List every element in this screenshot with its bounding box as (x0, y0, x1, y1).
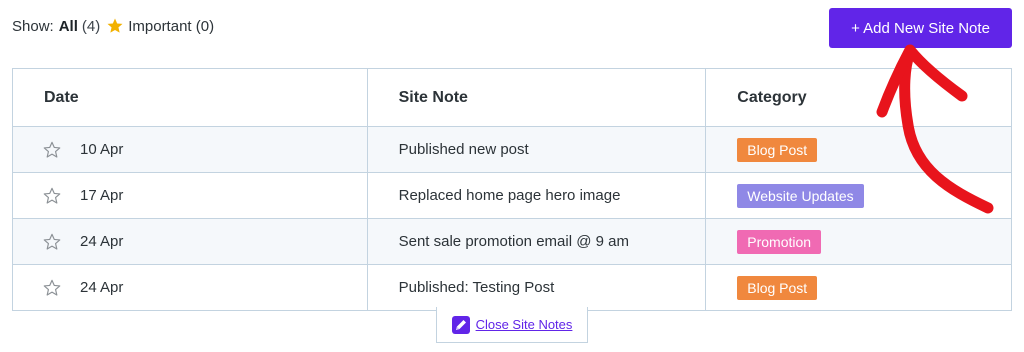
star-outline-icon[interactable] (42, 278, 62, 298)
column-header-date: Date (12, 68, 368, 127)
star-outline-icon[interactable] (42, 140, 62, 160)
category-cell: Website Updates (705, 172, 1012, 219)
table-row: 17 Apr Replaced home page hero image Websi… (12, 172, 1012, 219)
table-row: 24 Apr Published: Testing Post Blog Post (12, 264, 1012, 311)
note-text: Sent sale promotion email @ 9 am (398, 233, 629, 250)
note-date: 10 Apr (80, 141, 124, 158)
close-site-notes-link[interactable]: Close Site Notes (476, 317, 573, 332)
filter-all-link[interactable]: All (59, 18, 78, 35)
show-label: Show: (12, 17, 54, 35)
date-cell: 10 Apr (12, 126, 368, 173)
note-text-cell: Sent sale promotion email @ 9 am (366, 218, 707, 265)
category-cell: Blog Post (705, 264, 1012, 311)
filter-important-label: Important (128, 17, 192, 35)
note-text-cell: Published: Testing Post (366, 264, 707, 311)
star-outline-icon[interactable] (42, 232, 62, 252)
site-notes-table: Date Site Note Category 10 Apr Published … (12, 68, 1012, 311)
pencil-note-icon (451, 315, 470, 334)
close-site-notes-tab: Close Site Notes (436, 307, 588, 343)
filter-important-count: (0) (195, 17, 215, 35)
table-row: 24 Apr Sent sale promotion email @ 9 am Pr… (12, 218, 1012, 265)
category-badge: Website Updates (737, 183, 864, 208)
note-text-cell: Replaced home page hero image (366, 172, 707, 219)
note-text: Replaced home page hero image (398, 187, 621, 204)
add-new-site-note-button[interactable]: + Add New Site Note (829, 8, 1012, 48)
note-date: 24 Apr (80, 279, 124, 296)
date-cell: 24 Apr (12, 264, 368, 311)
table-header-row: Date Site Note Category (12, 68, 1012, 127)
category-badge: Blog Post (737, 275, 818, 300)
table-row: 10 Apr Published new post Blog Post (12, 126, 1012, 173)
category-cell: Promotion (705, 218, 1012, 265)
note-date: 17 Apr (80, 187, 124, 204)
date-cell: 24 Apr (12, 218, 368, 265)
category-badge: Blog Post (737, 137, 818, 162)
date-cell: 17 Apr (12, 172, 368, 219)
note-text: Published new post (398, 141, 529, 158)
column-header-site-note: Site Note (366, 68, 707, 127)
filter-all-count: (4) (81, 17, 101, 35)
category-badge: Promotion (737, 229, 822, 254)
notes-filter-bar: Show: All (4) Important (0) (12, 17, 214, 35)
note-text: Published: Testing Post (398, 279, 555, 296)
column-header-category: Category (705, 68, 1012, 127)
star-outline-icon[interactable] (42, 186, 62, 206)
category-cell: Blog Post (705, 126, 1012, 173)
filter-important-link[interactable]: Important (0) (128, 18, 214, 35)
star-filled-icon (106, 17, 124, 35)
note-text-cell: Published new post (366, 126, 707, 173)
note-date: 24 Apr (80, 233, 124, 250)
